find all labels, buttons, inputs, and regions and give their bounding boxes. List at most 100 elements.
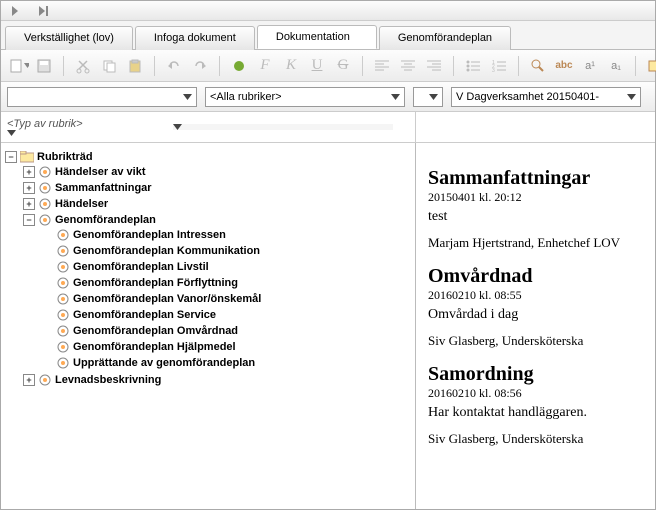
spacer — [41, 341, 53, 353]
entry-timestamp: 20160210 kl. 08:55 — [428, 288, 643, 303]
tree-item-sammanfattningar[interactable]: + Sammanfattningar — [23, 181, 411, 195]
filter-combo-1[interactable] — [7, 87, 197, 107]
tree-label: Levnadsbeskrivning — [55, 374, 161, 386]
tree-label: Genomförandeplan Vanor/önskemål — [73, 293, 261, 305]
separator — [63, 56, 64, 76]
bullet-list-button[interactable] — [462, 55, 484, 77]
entry-title: Sammanfattningar — [428, 167, 643, 190]
spellcheck-button[interactable]: abc — [553, 55, 575, 77]
doc-icon — [38, 165, 52, 179]
tab-verkstallighet[interactable]: Verkställighet (lov) — [5, 26, 133, 50]
tab-genomforandeplan[interactable]: Genomförandeplan — [379, 26, 511, 50]
find-button[interactable] — [527, 55, 549, 77]
chevron-down-icon — [7, 130, 167, 136]
editor-toolbar: F K U G 123 abc a¹ a₁ — [1, 50, 655, 82]
secondary-filter-row: <Typ av rubrik> — [1, 112, 655, 143]
tree-label: Genomförandeplan Kommunikation — [73, 245, 260, 257]
doc-icon — [56, 308, 70, 322]
expand-icon[interactable]: + — [23, 166, 35, 178]
rubrik-type-combo[interactable]: <Typ av rubrik> — [7, 118, 167, 136]
nav-forward-icon[interactable] — [5, 0, 27, 22]
tree-item-gp-vanor[interactable]: Genomförandeplan Vanor/önskemål — [41, 292, 411, 306]
tree-item-handelser-av-vikt[interactable]: + Händelser av vikt — [23, 165, 411, 179]
window-toolbar — [1, 1, 655, 21]
chevron-down-icon — [429, 94, 438, 100]
numbered-list-button[interactable]: 123 — [488, 55, 510, 77]
align-left-button[interactable] — [371, 55, 393, 77]
filter-bar: <Alla rubriker> V Dagverksamhet 20150401… — [1, 82, 655, 112]
chevron-down-icon — [183, 94, 192, 100]
expand-icon[interactable]: + — [23, 374, 35, 386]
expand-icon[interactable]: + — [23, 182, 35, 194]
filter-period-value: V Dagverksamhet 20150401- — [456, 91, 599, 103]
rubrik-tree: − Rubrikträd + Händelser av vikt + Samma… — [1, 143, 416, 509]
entry-timestamp: 20150401 kl. 20:12 — [428, 190, 643, 205]
tree-root[interactable]: − Rubrikträd — [5, 150, 411, 164]
undo-button[interactable] — [163, 55, 185, 77]
tree-item-gp-kommunikation[interactable]: Genomförandeplan Kommunikation — [41, 244, 411, 258]
spacer — [41, 245, 53, 257]
copy-button[interactable] — [98, 55, 120, 77]
align-center-button[interactable] — [397, 55, 419, 77]
cut-button[interactable] — [72, 55, 94, 77]
doc-icon — [38, 197, 52, 211]
entry-body: Omvårdad i dag — [428, 307, 643, 323]
tree-item-handelser[interactable]: + Händelser — [23, 197, 411, 211]
save-button[interactable] — [33, 55, 55, 77]
tab-infoga-dokument[interactable]: Infoga dokument — [135, 26, 255, 50]
align-right-button[interactable] — [423, 55, 445, 77]
separator — [453, 56, 454, 76]
expand-icon[interactable]: + — [23, 198, 35, 210]
folder-icon — [20, 150, 34, 164]
insert-template-button[interactable] — [644, 55, 656, 77]
filter-rubrik-combo[interactable]: <Alla rubriker> — [205, 87, 405, 107]
italic-button[interactable]: K — [280, 55, 302, 77]
doc-icon — [56, 324, 70, 338]
doc-icon — [38, 181, 52, 195]
tree-root-label: Rubrikträd — [37, 151, 93, 163]
tree-item-gp-upprattande[interactable]: Upprättande av genomförandeplan — [41, 356, 411, 370]
tab-dokumentation[interactable]: Dokumentation — [257, 25, 377, 49]
tree-label: Genomförandeplan Förflyttning — [73, 277, 238, 289]
tree-item-gp-intressen[interactable]: Genomförandeplan Intressen — [41, 228, 411, 242]
spacer — [41, 309, 53, 321]
tree-item-gp-forflyttning[interactable]: Genomförandeplan Förflyttning — [41, 276, 411, 290]
filter-sep-combo[interactable] — [413, 87, 443, 107]
font-color-button[interactable] — [228, 55, 250, 77]
content-split: − Rubrikträd + Händelser av vikt + Samma… — [1, 143, 655, 509]
tree-item-gp-livstil[interactable]: Genomförandeplan Livstil — [41, 260, 411, 274]
separator — [154, 56, 155, 76]
tree-item-levnadsbeskrivning[interactable]: + Levnadsbeskrivning — [23, 373, 411, 387]
separator — [635, 56, 636, 76]
entry-author: Marjam Hjertstrand, Enhetchef LOV — [428, 235, 643, 251]
collapse-icon[interactable]: − — [23, 214, 35, 226]
rubrik-value-combo[interactable] — [173, 124, 393, 130]
strike-button[interactable]: G — [332, 55, 354, 77]
nav-forward-end-icon[interactable] — [33, 0, 55, 22]
tree-item-genomforandeplan[interactable]: − Genomförandeplan — [23, 213, 411, 227]
rubrik-type-value: <Typ av rubrik> — [7, 118, 83, 130]
tree-label: Händelser av vikt — [55, 166, 146, 178]
tree-item-gp-hjalpmedel[interactable]: Genomförandeplan Hjälpmedel — [41, 340, 411, 354]
chevron-down-icon — [173, 124, 393, 130]
chevron-down-icon — [391, 94, 400, 100]
doc-icon — [56, 244, 70, 258]
entry-body: test — [428, 209, 643, 225]
new-button[interactable] — [7, 55, 29, 77]
redo-button[interactable] — [189, 55, 211, 77]
document-pane: Sammanfattningar 20150401 kl. 20:12 test… — [416, 143, 655, 509]
tree-item-gp-omvardnad[interactable]: Genomförandeplan Omvårdnad — [41, 324, 411, 338]
paste-button[interactable] — [124, 55, 146, 77]
filter-period-combo[interactable]: V Dagverksamhet 20150401- — [451, 87, 641, 107]
superscript-button[interactable]: a¹ — [579, 55, 601, 77]
doc-icon — [38, 213, 52, 227]
tree-label: Sammanfattningar — [55, 182, 152, 194]
subscript-button[interactable]: a₁ — [605, 55, 627, 77]
doc-icon — [56, 292, 70, 306]
entry-author: Siv Glasberg, Undersköterska — [428, 431, 643, 447]
tree-item-gp-service[interactable]: Genomförandeplan Service — [41, 308, 411, 322]
spacer — [41, 261, 53, 273]
collapse-icon[interactable]: − — [5, 151, 17, 163]
bold-button[interactable]: F — [254, 55, 276, 77]
underline-button[interactable]: U — [306, 55, 328, 77]
